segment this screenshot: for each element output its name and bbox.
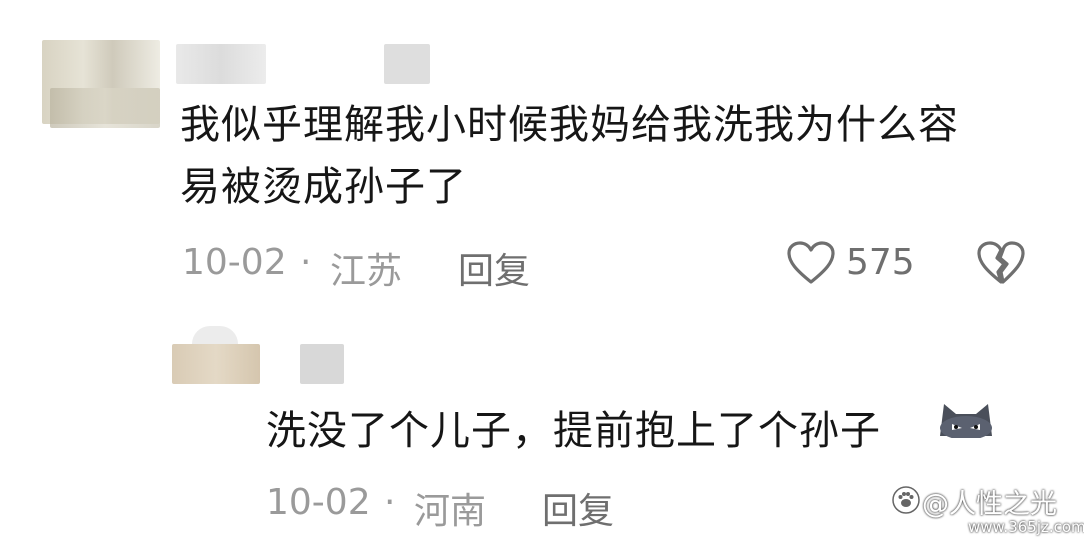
- like-button[interactable]: 575: [786, 236, 926, 292]
- watermark-url: www.365jz.com: [968, 518, 1084, 536]
- avatar-shadow: [50, 88, 160, 128]
- comment-text-line1: 我似乎理解我小时候我妈给我洗我为什么容: [180, 102, 959, 148]
- broken-heart-icon[interactable]: [976, 240, 1026, 290]
- paw-icon: [892, 486, 920, 518]
- comment-date: 10-02: [182, 242, 287, 283]
- meta-separator: ·: [384, 482, 396, 523]
- meta-separator: ·: [300, 242, 312, 283]
- reply-button[interactable]: 回复: [458, 242, 530, 294]
- avatar-top: [192, 326, 238, 344]
- avatar[interactable]: [172, 344, 260, 384]
- comment-location: 江苏: [330, 251, 403, 292]
- username[interactable]: [300, 344, 344, 384]
- comment-date: 10-02: [266, 482, 371, 523]
- reply-button[interactable]: 回复: [542, 482, 614, 534]
- heart-outline-icon: [786, 240, 836, 290]
- cat-face-emoji: [934, 398, 998, 442]
- comment-text: 洗没了个儿子，提前抱上了个孙子: [266, 400, 881, 462]
- watermark-handle: @人性之光: [922, 489, 1057, 520]
- username-tail: [384, 44, 430, 84]
- comment-location: 河南: [414, 491, 487, 532]
- username[interactable]: [176, 44, 266, 84]
- comment-text-line2: 易被烫成孙子了: [180, 164, 467, 210]
- like-count: 575: [846, 242, 915, 283]
- comment-text-body: 洗没了个儿子，提前抱上了个孙子: [266, 408, 881, 454]
